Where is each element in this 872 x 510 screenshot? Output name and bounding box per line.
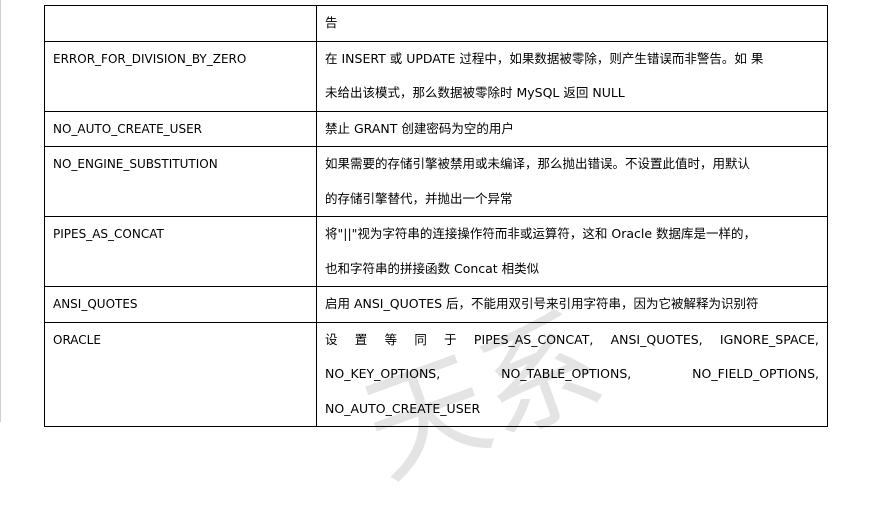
description-line: 未给出该模式，那么数据被零除时 MySQL 返回 NULL [325,85,625,100]
mode-name-cell: ANSI_QUOTES [44,286,317,323]
description-word: NO_TABLE_OPTIONS, [501,366,632,381]
mode-description-cell: 在 INSERT 或 UPDATE 过程中，如果数据被零除，则产生错误而非警告。… [316,40,828,112]
description-line: 的存储引擎替代，并抛出一个异常 [325,190,513,206]
description-line: 在 INSERT 或 UPDATE 过程中，如果数据被零除，则产生错误而非警告。… [325,50,764,66]
mode-name-cell: NO_AUTO_CREATE_USER [44,110,317,147]
description-word: PIPES_AS_CONCAT, [473,331,594,347]
description-word: IGNORE_SPACE, [719,331,819,347]
mode-name-cell: ORACLE [44,321,317,427]
mode-description-cell: 禁止 GRANT 创建密码为空的用户 [316,110,828,147]
description-word: 同 [414,331,427,347]
table-row: ORACLE 设 置 等 同 于 PIPES_AS_CONCAT, ANSI_Q… [44,321,828,427]
sql-mode-table: 告 ERROR_FOR_DIVISION_BY_ZERO 在 INSERT 或 … [44,5,828,427]
description-word: NO_FIELD_OPTIONS, [692,366,819,381]
mode-name-cell: NO_ENGINE_SUBSTITUTION [44,146,317,217]
description-line: 启用 ANSI_QUOTES 后，不能用双引号来引用字符串，因为它被解释为识别符 [325,296,759,311]
table-row: ERROR_FOR_DIVISION_BY_ZERO 在 INSERT 或 UP… [44,40,828,112]
description-line: 告 [325,15,338,30]
mode-name-cell [44,5,317,42]
mode-description-cell: 告 [316,5,828,42]
mode-name-cell: PIPES_AS_CONCAT [44,216,317,287]
description-word: 设 [325,331,338,347]
description-word: ANSI_QUOTES, [610,331,703,347]
table-row: NO_ENGINE_SUBSTITUTION 如果需要的存储引擎被禁用或未编译，… [44,146,828,217]
description-line: NO_KEY_OPTIONS, NO_TABLE_OPTIONS, NO_FIE… [325,357,819,392]
table-row: 告 [44,5,828,42]
table-row: NO_AUTO_CREATE_USER 禁止 GRANT 创建密码为空的用户 [44,110,828,147]
description-word: NO_KEY_OPTIONS, [325,366,441,381]
description-line: 如果需要的存储引擎被禁用或未编译，那么抛出错误。不设置此值时，用默认 [325,156,751,171]
sql-mode-table-body: 告 ERROR_FOR_DIVISION_BY_ZERO 在 INSERT 或 … [44,5,828,427]
description-word: 等 [384,331,398,347]
description-word: 于 [444,331,457,347]
mode-description-cell: 将"||"视为字符串的连接操作符而非或运算符，这和 Oracle 数据库是一样的… [316,216,828,287]
mode-name-cell: ERROR_FOR_DIVISION_BY_ZERO [44,40,317,112]
mode-description-cell: 设 置 等 同 于 PIPES_AS_CONCAT, ANSI_QUOTES, … [316,321,828,427]
description-line: 也和字符串的拼接函数 Concat 相类似 [325,260,540,276]
mode-description-cell: 如果需要的存储引擎被禁用或未编译，那么抛出错误。不设置此值时，用默认 的存储引擎… [316,146,828,217]
description-word: 置 [354,331,368,347]
table-row: PIPES_AS_CONCAT 将"||"视为字符串的连接操作符而非或运算符，这… [44,216,828,287]
description-line: 设 置 等 同 于 PIPES_AS_CONCAT, ANSI_QUOTES, … [325,323,819,358]
page-edge-rule [0,0,1,422]
description-line: 将"||"视为字符串的连接操作符而非或运算符，这和 Oracle 数据库是一样的… [325,226,757,241]
description-line: 禁止 GRANT 创建密码为空的用户 [325,120,514,136]
mode-description-cell: 启用 ANSI_QUOTES 后，不能用双引号来引用字符串，因为它被解释为识别符 [316,286,828,323]
description-line: NO_AUTO_CREATE_USER [325,400,481,416]
table-row: ANSI_QUOTES 启用 ANSI_QUOTES 后，不能用双引号来引用字符… [44,286,828,323]
